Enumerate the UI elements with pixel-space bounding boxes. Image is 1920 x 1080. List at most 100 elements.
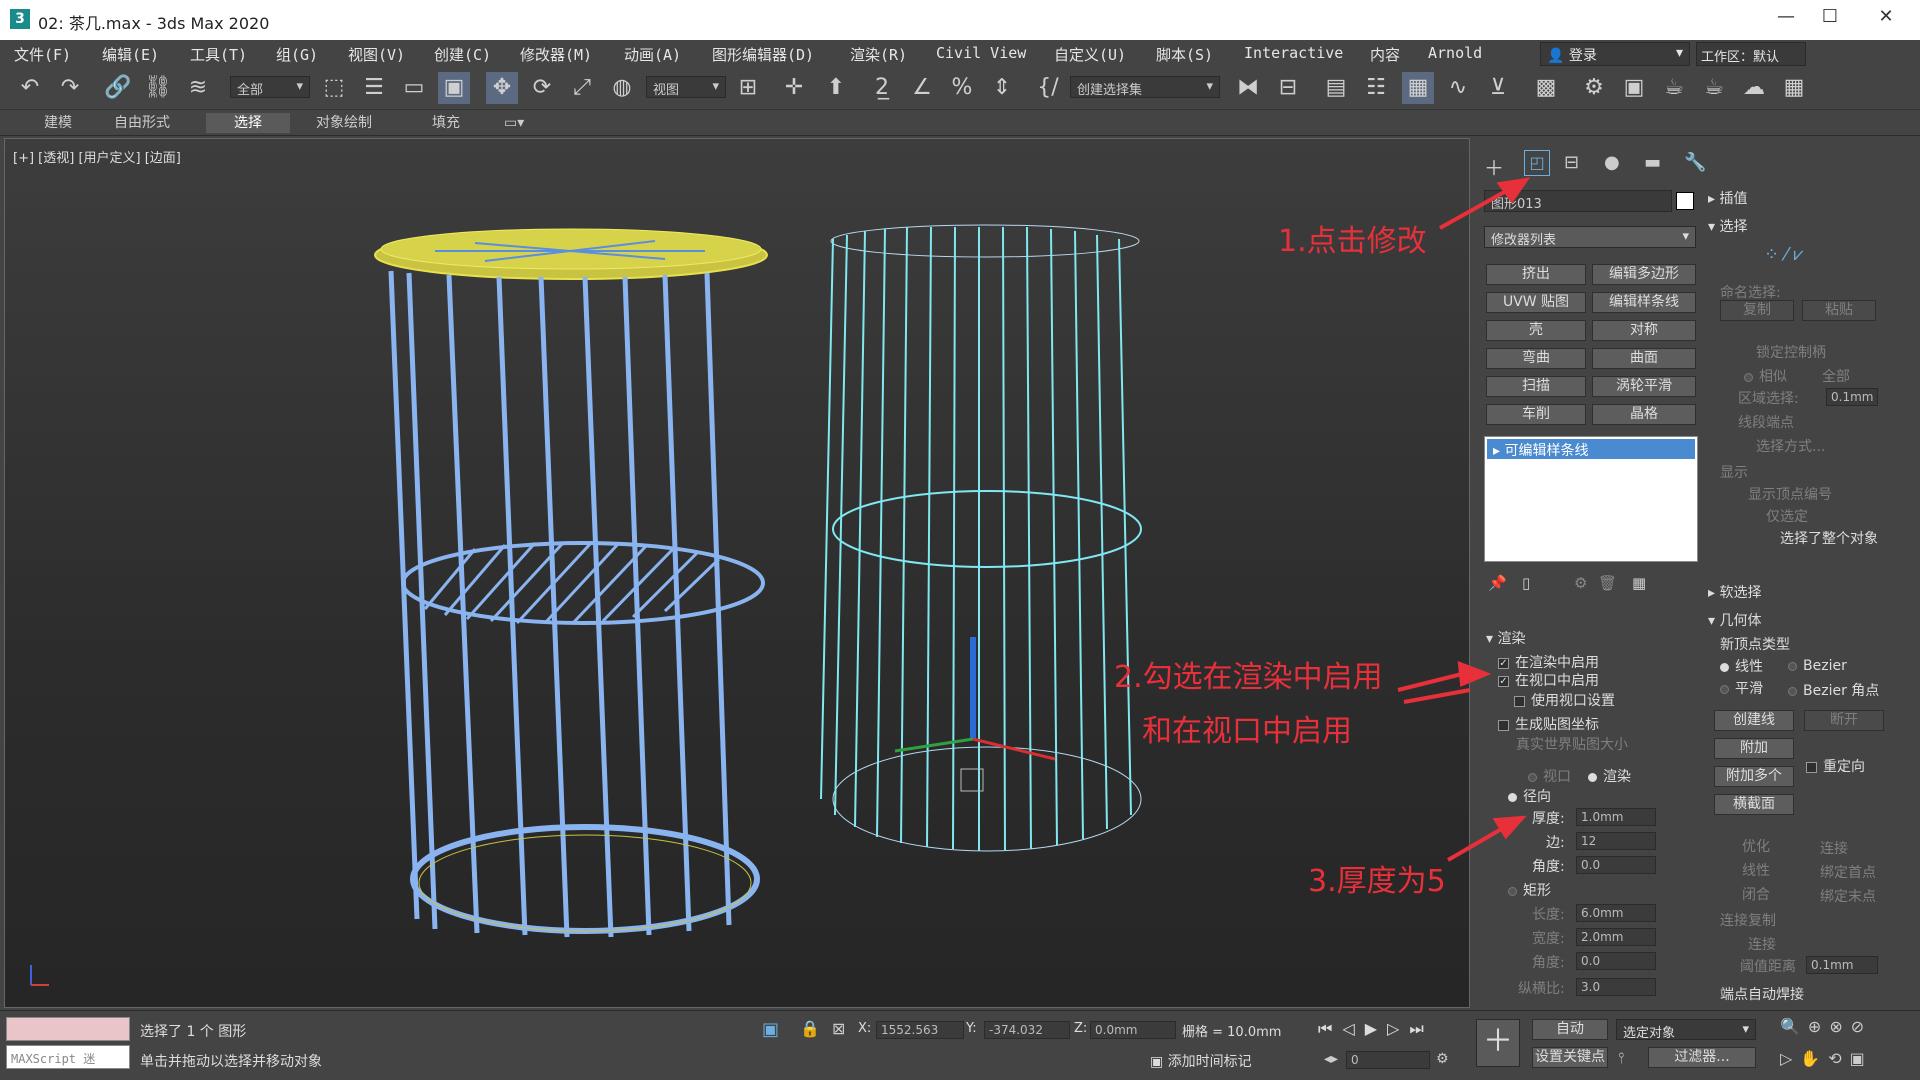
render-production-icon[interactable]: ☕ <box>1658 72 1690 104</box>
menu-content[interactable]: 内容 <box>1370 44 1400 65</box>
menu-tools[interactable]: 工具(T) <box>190 44 247 65</box>
object-color-swatch[interactable] <box>1676 192 1694 210</box>
geometry-rollout-header[interactable]: ▾ 几何体 <box>1708 610 1761 630</box>
refine-linear-checkbox[interactable]: 线性 <box>1742 860 1770 880</box>
menu-animation[interactable]: 动画(A) <box>624 44 681 65</box>
rendered-frame-window-icon[interactable]: ▣ <box>1618 72 1650 104</box>
percent-snap-icon[interactable]: % <box>946 72 978 104</box>
render-gallery-icon[interactable]: ▦ <box>1778 72 1810 104</box>
time-configuration-icon[interactable]: ⚙ <box>1436 1051 1449 1067</box>
cross-section-button[interactable]: 横截面 <box>1714 794 1794 815</box>
attach-button[interactable]: 附加 <box>1714 738 1794 759</box>
edit-spline-button[interactable]: 编辑样条线 <box>1592 292 1696 313</box>
extrude-button[interactable]: 挤出 <box>1486 264 1586 285</box>
spinner-snap-icon[interactable]: ⇕ <box>986 72 1018 104</box>
menu-view[interactable]: 视图(V) <box>348 44 405 65</box>
alike-radio[interactable]: 相似 <box>1744 366 1787 386</box>
turbosmooth-button[interactable]: 涡轮平滑 <box>1592 376 1696 397</box>
length-spinner[interactable]: 6.0mm <box>1576 904 1656 922</box>
refine-button[interactable]: 优化 <box>1742 836 1770 856</box>
pin-stack-icon[interactable]: 📌 <box>1488 574 1507 592</box>
closed-checkbox[interactable]: 闭合 <box>1742 884 1770 904</box>
show-vertex-numbers-checkbox[interactable]: 显示顶点编号 <box>1748 484 1832 504</box>
menu-create[interactable]: 创建(C) <box>434 44 491 65</box>
hierarchy-tab-icon[interactable]: ⊟ <box>1564 152 1579 173</box>
menu-scripting[interactable]: 脚本(S) <box>1156 44 1213 65</box>
bind-last-checkbox[interactable]: 绑定末点 <box>1820 886 1876 906</box>
toggle-ribbon-icon[interactable]: ▦ <box>1402 72 1434 104</box>
menu-civil-view[interactable]: Civil View <box>936 44 1026 62</box>
connect-checkbox[interactable]: 连接 <box>1820 838 1848 858</box>
select-object-icon[interactable]: ⬚ <box>318 72 350 104</box>
auto-key-button[interactable]: 自动 <box>1532 1019 1608 1040</box>
tab-selection[interactable]: 选择 <box>206 113 290 133</box>
symmetry-button[interactable]: 对称 <box>1592 320 1696 341</box>
shell-button[interactable]: 壳 <box>1486 320 1586 341</box>
tab-freeform[interactable]: 自由形式 <box>100 113 184 133</box>
redo-icon[interactable]: ↷ <box>54 72 86 104</box>
current-frame-field[interactable]: 0 <box>1346 1051 1430 1069</box>
unlink-icon[interactable]: ⛓ <box>142 72 174 104</box>
modifier-list-dropdown[interactable]: 修改器列表 ▾ <box>1484 226 1696 248</box>
maximize-button[interactable]: ☐ <box>1810 6 1850 34</box>
playback-controls[interactable]: ⏮◁▶▷⏭ <box>1318 1019 1434 1039</box>
pivot-center-icon[interactable]: ⊞ <box>732 72 764 104</box>
tab-populate[interactable]: 填充 <box>418 113 474 133</box>
rectangular-selection-icon[interactable]: ▭ <box>398 72 430 104</box>
select-and-place-icon[interactable]: ◍ <box>606 72 638 104</box>
bend-button[interactable]: 弯曲 <box>1486 348 1586 369</box>
display-tab-icon[interactable]: ▬ <box>1644 152 1661 173</box>
filters-button[interactable]: 过滤器... <box>1648 1047 1756 1068</box>
close-button[interactable]: ✕ <box>1866 6 1906 34</box>
rendering-rollout-header[interactable]: ▾ 渲染 <box>1486 628 1525 648</box>
viewport-nav-icons-top[interactable]: 🔍⊕⊗⊘ <box>1780 1017 1872 1036</box>
lock-handles-checkbox[interactable]: 锁定控制柄 <box>1756 342 1826 362</box>
menu-modifiers[interactable]: 修改器(M) <box>520 44 592 65</box>
object-name-field[interactable]: 图形013 <box>1484 190 1672 212</box>
tab-object-paint[interactable]: 对象绘制 <box>302 113 386 133</box>
material-editor-icon[interactable]: ▩ <box>1530 72 1562 104</box>
menu-rendering[interactable]: 渲染(R) <box>850 44 907 65</box>
menu-graph-editors[interactable]: 图形编辑器(D) <box>712 44 814 65</box>
layer-explorer-icon[interactable]: ☷ <box>1360 72 1392 104</box>
set-key-button[interactable]: 设置关键点 <box>1532 1047 1608 1068</box>
tab-modeling[interactable]: 建模 <box>30 113 86 133</box>
add-time-tag[interactable]: ▣ 添加时间标记 <box>1150 1051 1252 1071</box>
mirror-icon[interactable]: ⧓ <box>1232 72 1264 104</box>
surface-button[interactable]: 曲面 <box>1592 348 1696 369</box>
enable-in-renderer-checkbox[interactable]: ✓ 在渲染中启用 <box>1498 652 1599 672</box>
only-selected-checkbox[interactable]: 仅选定 <box>1766 506 1808 526</box>
thickness-spinner[interactable]: 1.0mm <box>1576 808 1656 826</box>
uvw-map-button[interactable]: UVW 贴图 <box>1486 292 1586 313</box>
create-tab-icon[interactable]: ＋ <box>1484 152 1504 181</box>
utilities-tab-icon[interactable]: 🔧 <box>1684 152 1706 173</box>
perspective-viewport[interactable]: [+] [透视] [用户定义] [边面] <box>4 138 1470 1008</box>
attach-multiple-button[interactable]: 附加多个 <box>1714 766 1794 787</box>
renderer-radio[interactable]: 渲染 <box>1588 766 1631 786</box>
rect-angle-spinner[interactable]: 0.0 <box>1576 952 1656 970</box>
ribbon-options-icon[interactable]: ▭▾ <box>490 113 538 133</box>
key-filter-dropdown[interactable]: 选定对象 ▾ <box>1616 1019 1756 1041</box>
table-spline-selected[interactable] <box>820 224 1142 852</box>
keyboard-shortcut-override-icon[interactable]: ⬆ <box>820 72 852 104</box>
use-viewport-settings-checkbox[interactable]: 使用视口设置 <box>1514 690 1615 710</box>
link-icon[interactable]: 🔗 <box>102 72 134 104</box>
motion-tab-icon[interactable]: ● <box>1604 152 1620 173</box>
z-coordinate-field[interactable]: 0.0mm <box>1090 1021 1176 1039</box>
select-by-name-icon[interactable]: ☰ <box>358 72 390 104</box>
y-coordinate-field[interactable]: -374.032 <box>984 1021 1070 1039</box>
named-selection-sets-icon[interactable]: {/ <box>1032 72 1064 104</box>
selection-rollout-header[interactable]: ▾ 选择 <box>1708 216 1747 236</box>
rectangular-radio[interactable]: 矩形 <box>1508 880 1551 900</box>
sign-in-dropdown[interactable]: 👤 登录 ▾ <box>1540 42 1690 66</box>
linear-radio[interactable]: 线性 <box>1720 656 1763 676</box>
bezier-radio[interactable]: Bezier <box>1788 658 1847 674</box>
menu-customize[interactable]: 自定义(U) <box>1054 44 1126 65</box>
sides-spinner[interactable]: 12 <box>1576 832 1656 850</box>
vertex-segment-spline-icons[interactable]: ⁘ ⁄ ⩗ <box>1764 244 1804 265</box>
minimize-button[interactable]: — <box>1766 6 1806 34</box>
isolate-selection-icon[interactable]: ▣ <box>762 1019 779 1040</box>
angle-spinner[interactable]: 0.0 <box>1576 856 1656 874</box>
viewport-radio[interactable]: 视口 <box>1528 766 1571 786</box>
all-radio[interactable]: 全部 <box>1822 366 1850 386</box>
